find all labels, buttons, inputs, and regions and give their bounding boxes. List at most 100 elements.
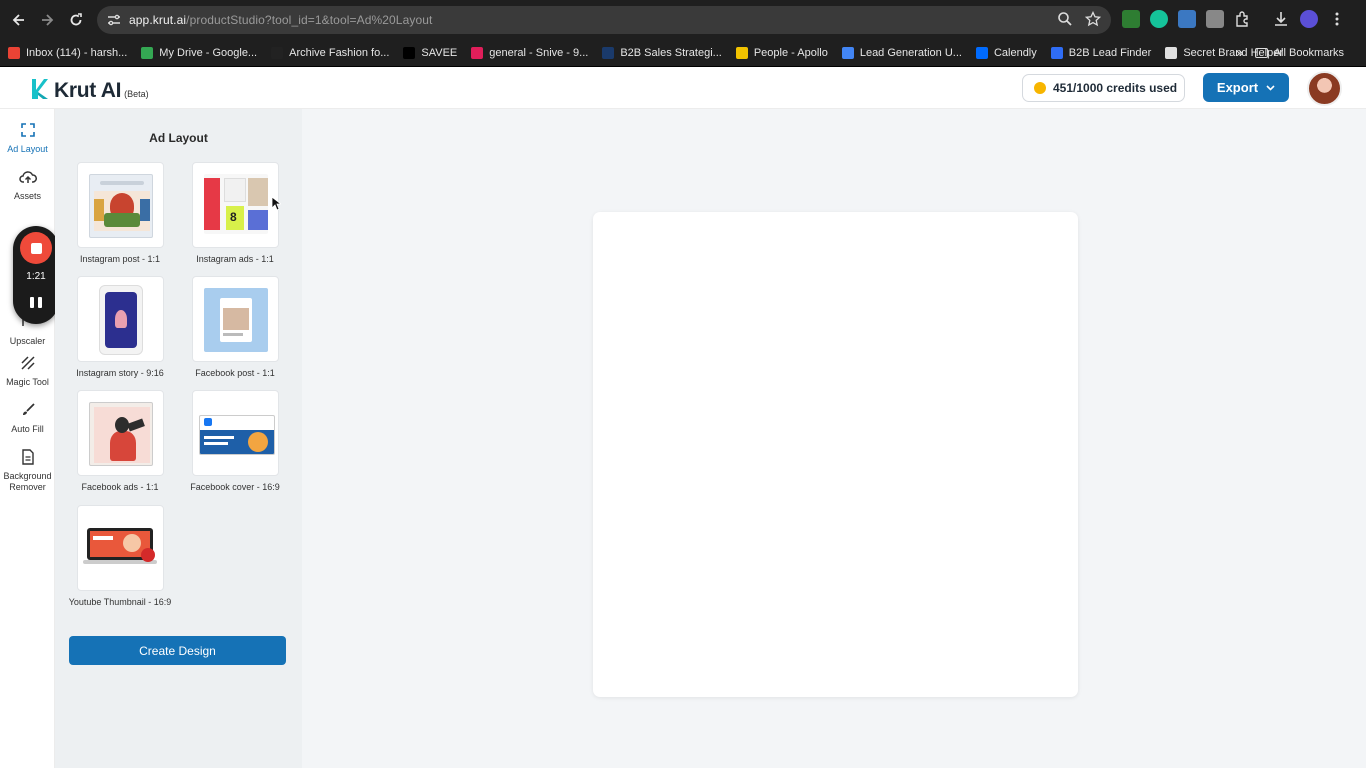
- bolt-icon: [1050, 46, 1063, 59]
- bookmark-label: SAVEE: [421, 46, 458, 59]
- layout-label: Facebook post - 1:1: [195, 368, 275, 378]
- savee-icon: [403, 46, 416, 59]
- rail-item-background-remover[interactable]: Background Remover: [0, 449, 55, 493]
- double-chevron-icon: »: [1236, 45, 1244, 60]
- rail-label: Ad Layout: [7, 144, 48, 154]
- layout-card-facebook-ads[interactable]: [77, 390, 164, 476]
- reload-icon[interactable]: [61, 5, 91, 35]
- globe-icon: [602, 46, 615, 59]
- facebook-post-thumbnail: [204, 288, 268, 352]
- openai-icon: [1165, 46, 1178, 59]
- bookmark-item[interactable]: B2B Lead Finder: [1050, 46, 1151, 59]
- site-settings-icon[interactable]: [107, 13, 121, 27]
- bookmark-star-icon[interactable]: [1084, 10, 1102, 32]
- credits-text: 451/1000 credits used: [1053, 81, 1178, 95]
- layout-label: Youtube Thumbnail - 16:9: [68, 597, 172, 607]
- magic-wand-icon: [0, 355, 55, 373]
- profile-icon[interactable]: [1300, 10, 1318, 28]
- stop-icon: [30, 242, 42, 254]
- youtube-thumbnail-thumbnail: [83, 526, 161, 566]
- layout-card-instagram-story[interactable]: [77, 276, 164, 362]
- address-bar[interactable]: app.krut.ai/productStudio?tool_id=1&tool…: [97, 6, 1111, 34]
- rail-label: Upscaler: [9, 336, 46, 346]
- sheets-extension-icon[interactable]: [1178, 10, 1196, 28]
- bookmark-item[interactable]: Inbox (114) - harsh...: [8, 46, 128, 59]
- export-label: Export: [1216, 80, 1259, 95]
- stop-recording-button[interactable]: [20, 232, 52, 264]
- facebook-cover-thumbnail: [199, 415, 275, 455]
- tool-rail: Ad Layout Assets Upscaler Magic Tool Aut…: [0, 109, 55, 768]
- zoom-icon[interactable]: [1057, 11, 1073, 32]
- forward-icon[interactable]: [32, 5, 62, 35]
- rail-item-auto-fill[interactable]: Auto Fill: [0, 402, 55, 435]
- bookmark-label: Archive Fashion fo...: [289, 46, 390, 59]
- layout-label: Instagram story - 9:16: [76, 368, 164, 378]
- coin-icon: [1034, 82, 1046, 94]
- layout-label: Instagram post - 1:1: [79, 254, 161, 264]
- credits-badge[interactable]: 451/1000 credits used: [1022, 74, 1185, 102]
- app-header: Krut AI (Beta) 451/1000 credits used Exp…: [0, 67, 1366, 109]
- file-icon: [0, 449, 55, 467]
- pause-icon[interactable]: [30, 297, 42, 309]
- grammarly-icon[interactable]: [1150, 10, 1168, 28]
- krut-logo[interactable]: Krut AI (Beta): [30, 75, 149, 103]
- bookmark-item[interactable]: People - Apollo: [735, 46, 828, 59]
- amazon-icon: [271, 46, 284, 59]
- layout-card-instagram-ads[interactable]: 8: [192, 162, 279, 248]
- notes-extension-icon[interactable]: [1206, 10, 1224, 28]
- instagram-story-thumbnail: [99, 285, 143, 355]
- layout-card-youtube-thumbnail[interactable]: [77, 505, 164, 591]
- layout-label: Instagram ads - 1:1: [196, 254, 274, 264]
- bookmark-item[interactable]: Archive Fashion fo...: [271, 46, 390, 59]
- bookmark-item[interactable]: B2B Sales Strategi...: [602, 46, 722, 59]
- export-button[interactable]: Export: [1203, 73, 1289, 102]
- bookmark-item[interactable]: My Drive - Google...: [141, 46, 258, 59]
- rail-label: Background Remover: [3, 471, 52, 492]
- create-design-button[interactable]: Create Design: [69, 636, 286, 665]
- bookmark-label: B2B Sales Strategi...: [620, 46, 722, 59]
- layout-card-facebook-cover[interactable]: [192, 390, 279, 476]
- layout-label: Facebook ads - 1:1: [81, 482, 159, 492]
- extensions-puzzle-icon[interactable]: [1234, 10, 1252, 28]
- bookmark-label: Lead Generation U...: [859, 46, 962, 59]
- rail-label: Assets: [13, 191, 41, 201]
- bookmark-item[interactable]: SAVEE: [403, 46, 458, 59]
- user-avatar[interactable]: [1307, 71, 1342, 106]
- bookmark-item[interactable]: Lead Generation U...: [841, 46, 962, 59]
- expand-icon: [0, 122, 55, 140]
- cloud-upload-icon: [0, 169, 55, 187]
- more-bookmarks-button[interactable]: »: [1236, 45, 1243, 60]
- rail-item-magic-tool[interactable]: Magic Tool: [0, 355, 55, 388]
- all-bookmarks-label: All Bookmarks: [1273, 47, 1344, 59]
- apollo-icon: [735, 46, 748, 59]
- rail-item-ad-layout[interactable]: Ad Layout: [0, 122, 55, 155]
- bookmark-item[interactable]: Calendly: [975, 46, 1037, 59]
- rail-item-assets[interactable]: Assets: [0, 169, 55, 202]
- bookmark-label: Inbox (114) - harsh...: [26, 46, 128, 59]
- mouse-cursor-icon: [271, 196, 281, 211]
- bookmark-label: general - Snive - 9...: [489, 46, 589, 59]
- more-menu-icon[interactable]: [1328, 10, 1346, 28]
- bookmarks-bar: Inbox (114) - harsh... My Drive - Google.…: [0, 39, 1366, 67]
- instagram-post-thumbnail: [89, 174, 153, 238]
- layout-card-facebook-post[interactable]: [192, 276, 279, 362]
- email-extension-icon[interactable]: [1122, 10, 1140, 28]
- ad-layout-panel: Ad Layout Instagram post - 1:1 8 Instagr…: [55, 109, 302, 768]
- bookmark-label: My Drive - Google...: [159, 46, 258, 59]
- chevron-down-icon: [1266, 83, 1275, 93]
- rail-label: Magic Tool: [6, 377, 49, 387]
- design-canvas[interactable]: [593, 212, 1078, 697]
- recording-timer: 1:21: [26, 271, 46, 282]
- google-drive-icon: [141, 46, 154, 59]
- calendly-icon: [975, 46, 988, 59]
- brush-icon: [0, 402, 55, 420]
- all-bookmarks-button[interactable]: All Bookmarks: [1254, 39, 1344, 67]
- layout-card-instagram-post[interactable]: [77, 162, 164, 248]
- layout-label: Facebook cover - 16:9: [190, 482, 280, 492]
- rail-label: Auto Fill: [11, 424, 44, 434]
- download-icon[interactable]: [1272, 10, 1290, 28]
- bookmark-item[interactable]: general - Snive - 9...: [471, 46, 589, 59]
- beta-badge: (Beta): [124, 89, 149, 99]
- back-icon[interactable]: [4, 5, 34, 35]
- gmail-icon: [8, 46, 20, 59]
